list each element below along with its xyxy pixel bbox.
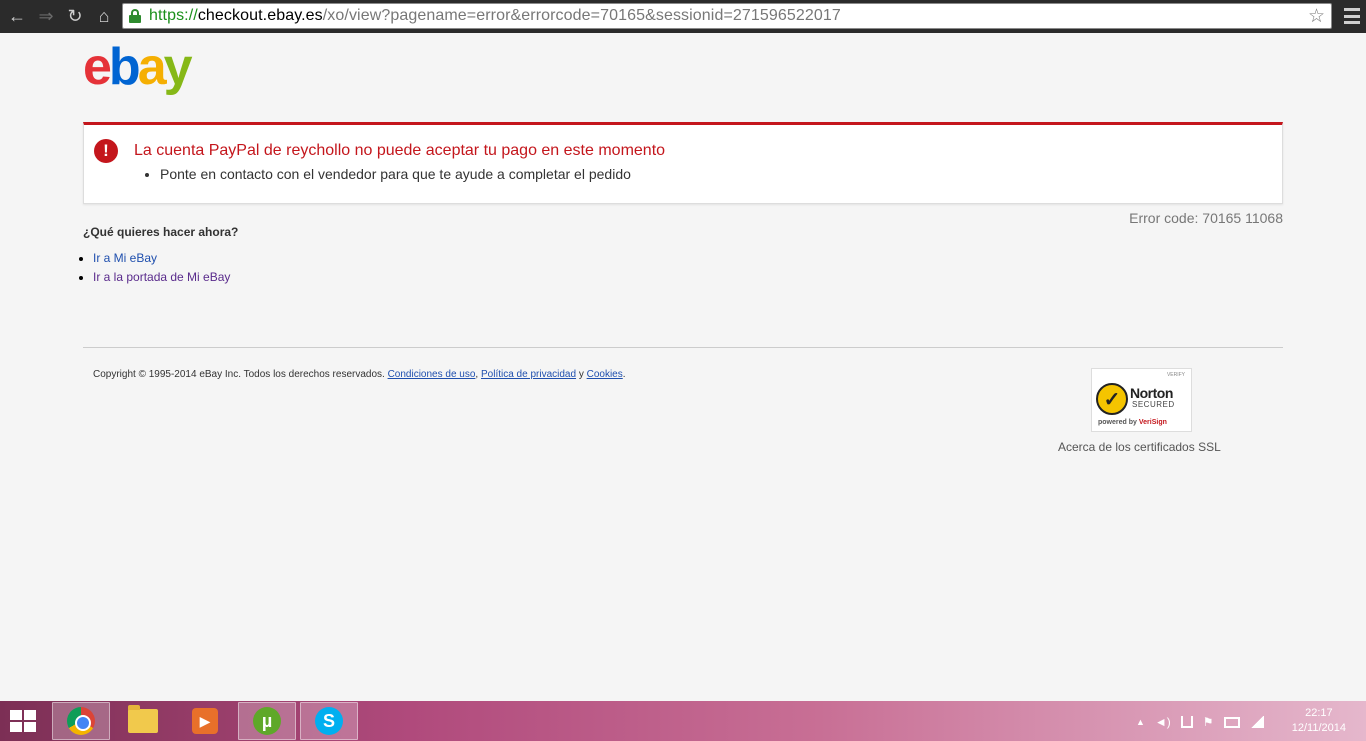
reload-button[interactable]: ↻ [64, 5, 86, 27]
taskbar-chrome[interactable] [52, 702, 110, 740]
logo-letter-e: e [83, 38, 112, 96]
url-host: checkout.ebay.es [197, 7, 323, 24]
privacy-link[interactable]: Política de privacidad [481, 369, 576, 380]
back-icon: ← [8, 6, 26, 26]
url-scheme: https:// [149, 7, 198, 24]
system-tray: ▲ ◄) ⚑ [1136, 714, 1264, 730]
seal-verify: VERIFY [1166, 372, 1185, 378]
url-path: /xo/view?pagename=error&errorcode=70165&… [322, 7, 841, 24]
error-code: Error code: 70165 11068 [1129, 210, 1283, 226]
home-icon: ⌂ [98, 6, 110, 26]
copyright: Copyright © 1995-2014 eBay Inc. Todos lo… [93, 369, 626, 380]
signal-icon[interactable] [1249, 716, 1264, 728]
error-icon: ! [94, 139, 118, 163]
separator: , [475, 369, 479, 380]
show-hidden-icons-icon[interactable]: ▲ [1136, 717, 1145, 727]
seal-powered-by: powered by VeriSign [1098, 419, 1167, 426]
skype-icon: S [315, 707, 343, 735]
next-steps-links: Ir a Mi eBay Ir a la portada de Mi eBay [93, 251, 230, 289]
copyright-text: Copyright © 1995-2014 eBay Inc. Todos lo… [93, 369, 385, 380]
error-alert: ! La cuenta PayPal de reychollo no puede… [83, 122, 1283, 204]
link-mi-ebay[interactable]: Ir a Mi eBay [93, 251, 157, 265]
browser-menu-icon[interactable] [1344, 8, 1360, 24]
cookies-link[interactable]: Cookies [587, 369, 623, 380]
ebay-logo[interactable]: ebay [83, 38, 193, 96]
network-icon[interactable] [1180, 716, 1193, 728]
clock-date: 12/11/2014 [1291, 722, 1346, 734]
logo-letter-y: y [163, 38, 193, 96]
forward-button[interactable]: ⇒ [35, 5, 57, 27]
footer-divider [83, 347, 1283, 348]
alert-title: La cuenta PayPal de reychollo no puede a… [134, 142, 666, 159]
link-portada-mi-ebay[interactable]: Ir a la portada de Mi eBay [93, 270, 230, 284]
browser-toolbar: ← ⇒ ↻ ⌂ https://checkout.ebay.es/xo/view… [0, 0, 1366, 33]
seal-secured: SECURED [1132, 400, 1175, 409]
action-center-icon[interactable]: ⚑ [1203, 715, 1214, 729]
chrome-icon [67, 707, 95, 735]
address-bar[interactable]: https://checkout.ebay.es/xo/view?pagenam… [122, 3, 1332, 29]
alert-list-item: Ponte en contacto con el vendedor para q… [160, 166, 631, 182]
taskbar-skype[interactable]: S [300, 702, 358, 740]
back-button[interactable]: ← [6, 5, 28, 27]
taskbar-explorer[interactable] [114, 702, 172, 740]
list-item: Ir a la portada de Mi eBay [93, 270, 230, 284]
utorrent-icon: µ [253, 707, 281, 735]
home-button[interactable]: ⌂ [93, 5, 115, 27]
taskbar-media-player[interactable]: ▶ [176, 702, 234, 740]
list-item: Ir a Mi eBay [93, 251, 230, 265]
terms-link[interactable]: Condiciones de uso [388, 369, 476, 380]
windows-start-icon[interactable] [10, 710, 38, 733]
taskbar-clock[interactable]: 22:17 12/11/2014 [1292, 706, 1346, 736]
folder-icon [128, 705, 158, 733]
url-text[interactable]: https://checkout.ebay.es/xo/view?pagenam… [149, 7, 841, 25]
keyboard-icon[interactable] [1223, 716, 1240, 728]
powered-text: powered by [1098, 419, 1137, 426]
norton-check-icon: ✓ [1096, 383, 1128, 415]
ssl-certificates-label[interactable]: Acerca de los certificados SSL [1058, 440, 1221, 454]
lock-icon [129, 9, 141, 23]
media-player-icon: ▶ [192, 708, 218, 734]
next-steps-heading: ¿Qué quieres hacer ahora? [83, 225, 239, 239]
period: . [622, 369, 626, 380]
conjunction: y [578, 369, 584, 380]
windows-taskbar: ▶ µ S ▲ ◄) ⚑ 22:17 12/11/2014 [0, 701, 1366, 741]
verisign-text: VeriSign [1138, 419, 1167, 426]
bookmark-star-icon[interactable]: ☆ [1308, 5, 1325, 28]
forward-icon: ⇒ [38, 6, 54, 26]
clock-time: 22:17 [1305, 707, 1333, 719]
norton-secured-seal[interactable]: VERIFY ✓ Norton SECURED powered by VeriS… [1091, 368, 1192, 432]
page-content: ebay ! La cuenta PayPal de reychollo no … [0, 33, 1366, 701]
volume-icon[interactable]: ◄) [1155, 715, 1171, 729]
seal-name: Norton [1130, 385, 1173, 401]
logo-letter-a: a [137, 38, 167, 96]
logo-letter-b: b [108, 38, 141, 96]
taskbar-utorrent[interactable]: µ [238, 702, 296, 740]
alert-list: Ponte en contacto con el vendedor para q… [160, 166, 631, 182]
reload-icon: ↻ [67, 6, 83, 26]
